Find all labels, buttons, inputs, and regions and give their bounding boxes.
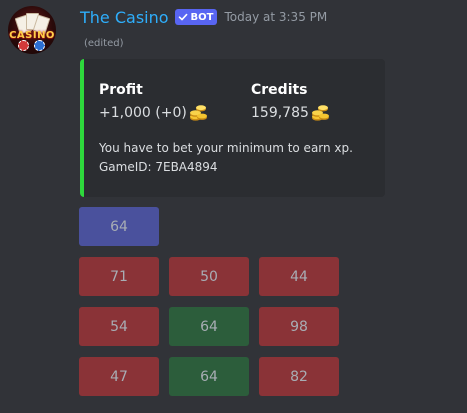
bot-badge: BOT	[174, 9, 218, 25]
description-line: You have to bet your minimum to earn xp.	[99, 141, 353, 155]
field-value-row: +1,000 (+0)	[99, 103, 208, 123]
embed-accent-bar	[80, 59, 84, 197]
chat-message: CASINO The Casino BOT Today at 3:35 PM (…	[0, 0, 467, 413]
number-button[interactable]: 82	[259, 357, 339, 396]
coins-icon	[189, 105, 207, 121]
number-button[interactable]: 64	[169, 357, 249, 396]
field-value-row: 159,785	[251, 103, 330, 123]
message-header: The Casino BOT Today at 3:35 PM	[80, 5, 327, 29]
embed-description: You have to bet your minimum to earn xp.…	[99, 139, 353, 177]
embed-field-credits: Credits 159,785	[251, 81, 330, 123]
embed: Profit +1,000 (+0) Credits 159,785 You h…	[80, 59, 385, 197]
field-name: Credits	[251, 82, 308, 98]
field-name: Profit	[99, 82, 143, 98]
avatar[interactable]: CASINO	[8, 6, 56, 54]
verified-check-icon	[178, 13, 187, 21]
avatar-logo-text: CASINO	[9, 30, 55, 41]
coins-icon	[311, 105, 329, 121]
number-button[interactable]: 50	[169, 257, 249, 296]
number-button[interactable]: 64	[169, 307, 249, 346]
number-button[interactable]: 54	[79, 307, 159, 346]
bot-badge-label: BOT	[190, 11, 214, 23]
embed-field-profit: Profit +1,000 (+0)	[99, 81, 208, 123]
field-value: +1,000 (+0)	[99, 105, 187, 121]
game-id: GameID: 7EBA4894	[99, 160, 218, 174]
number-button[interactable]: 44	[259, 257, 339, 296]
number-button[interactable]: 64	[79, 207, 159, 246]
timestamp[interactable]: Today at 3:35 PM	[224, 10, 327, 24]
playing-cards-icon	[14, 13, 51, 35]
number-button[interactable]: 71	[79, 257, 159, 296]
number-button[interactable]: 47	[79, 357, 159, 396]
poker-chip-icon	[34, 40, 45, 51]
edited-label: (edited)	[84, 38, 124, 49]
poker-chip-icon	[18, 40, 29, 51]
number-button[interactable]: 98	[259, 307, 339, 346]
username[interactable]: The Casino	[80, 8, 169, 27]
field-value: 159,785	[251, 105, 309, 121]
